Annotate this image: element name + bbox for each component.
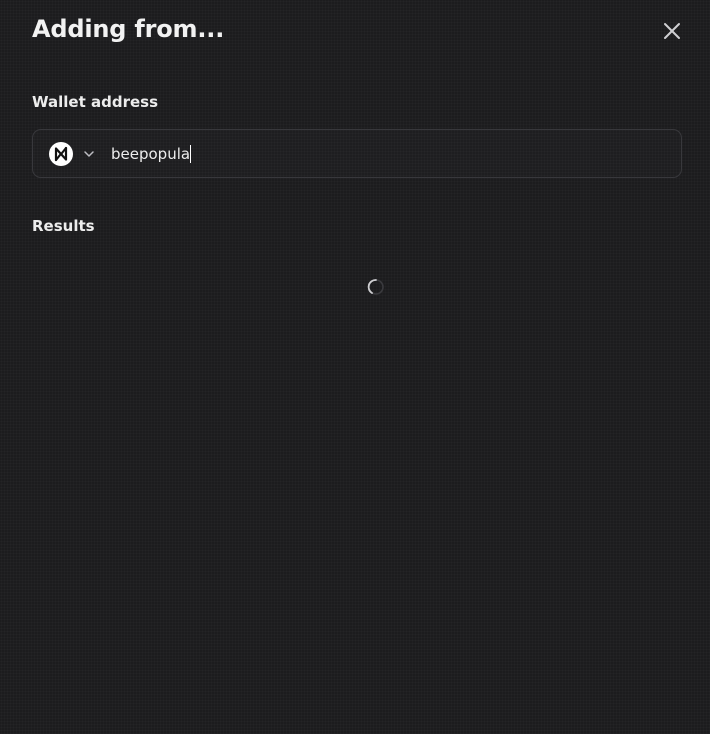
- wallet-address-label: Wallet address: [32, 93, 159, 111]
- close-icon: [664, 23, 680, 39]
- page-title: Adding from...: [32, 15, 225, 43]
- results-label: Results: [32, 217, 95, 235]
- near-logo-icon: [49, 141, 73, 166]
- chain-selector[interactable]: [49, 130, 95, 177]
- text-cursor: [190, 144, 192, 163]
- wallet-address-value: beepopula: [111, 144, 191, 163]
- loading-spinner-icon: [367, 278, 385, 296]
- wallet-address-input[interactable]: beepopula: [111, 130, 681, 177]
- close-button[interactable]: [660, 19, 684, 43]
- wallet-address-field: beepopula: [32, 129, 682, 178]
- add-from-wallet-panel: Adding from... Wallet address beepopula …: [0, 0, 710, 734]
- chevron-down-icon: [83, 148, 95, 160]
